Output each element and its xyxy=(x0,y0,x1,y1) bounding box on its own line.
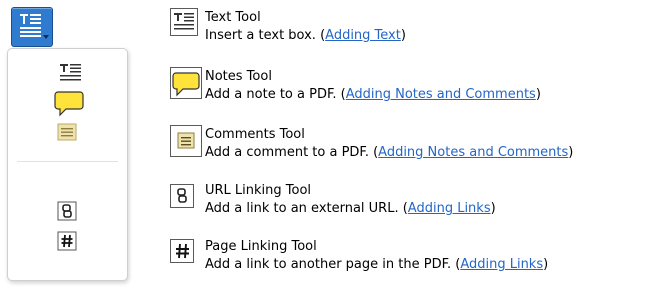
tool-desc-text: Add a comment to a PDF. ( xyxy=(205,145,379,160)
tool-name: Comments Tool xyxy=(205,127,305,142)
notes-tool-description: Notes Tool Add a note to a PDF. (Adding … xyxy=(205,68,541,104)
tool-desc-text: Add a link to another page in the PDF. ( xyxy=(205,257,461,272)
tool-desc: Add a note to a PDF. (Adding Notes and C… xyxy=(205,86,541,104)
tool-desc: Add a link to another page in the PDF. (… xyxy=(205,256,548,274)
tool-name: Text Tool xyxy=(205,10,261,25)
comments-tool-legend-icon xyxy=(170,125,202,157)
tool-desc-text: Add a note to a PDF. ( xyxy=(205,87,346,102)
text-tool-legend-icon xyxy=(170,8,198,36)
tool-desc: Add a comment to a PDF. (Adding Notes an… xyxy=(205,144,573,162)
speech-bubble-icon[interactable] xyxy=(54,89,84,117)
text-tool-description: Text Tool Insert a text box. (Adding Tex… xyxy=(205,9,406,45)
tool-desc-suffix: ) xyxy=(490,201,496,216)
adding-notes-and-comments-link[interactable]: Adding Notes and Comments xyxy=(346,87,536,102)
tool-name: Notes Tool xyxy=(205,69,272,84)
hash-icon xyxy=(176,243,189,259)
notes-tool-legend-icon xyxy=(170,67,202,99)
comment-note-icon xyxy=(177,132,195,149)
tool-name: Page Linking Tool xyxy=(205,239,317,254)
adding-text-link[interactable]: Adding Text xyxy=(325,28,401,43)
url-linking-tool-legend-icon xyxy=(170,184,194,208)
chain-link-icon[interactable] xyxy=(57,201,79,223)
text-tool-icon xyxy=(20,14,41,37)
chain-link-icon xyxy=(177,188,187,203)
tool-desc: Add a link to an external URL. (Adding L… xyxy=(205,200,496,218)
adding-links-link[interactable]: Adding Links xyxy=(408,201,491,216)
tool-name: URL Linking Tool xyxy=(205,183,312,198)
hash-icon[interactable] xyxy=(57,231,79,253)
text-tool-icon xyxy=(174,13,194,30)
page-linking-tool-description: Page Linking Tool Add a link to another … xyxy=(205,238,548,274)
page-linking-tool-legend-icon xyxy=(170,239,194,263)
tool-desc-suffix: ) xyxy=(535,87,541,102)
tool-desc-suffix: ) xyxy=(543,257,549,272)
menu-separator xyxy=(17,161,118,162)
text-tools-dropdown-button[interactable] xyxy=(11,7,53,47)
tool-desc-suffix: ) xyxy=(568,145,574,160)
text-tool-icon[interactable] xyxy=(58,63,84,83)
tool-desc-text: Insert a text box. ( xyxy=(205,28,326,43)
adding-links-link[interactable]: Adding Links xyxy=(460,257,543,272)
tool-desc: Insert a text box. (Adding Text) xyxy=(205,27,406,45)
speech-bubble-icon xyxy=(172,72,200,97)
comment-note-icon[interactable] xyxy=(57,123,79,143)
adding-notes-and-comments-link[interactable]: Adding Notes and Comments xyxy=(378,145,568,160)
url-linking-tool-description: URL Linking Tool Add a link to an extern… xyxy=(205,182,496,218)
tool-desc-text: Add a link to an external URL. ( xyxy=(205,201,408,216)
text-tools-dropdown-menu xyxy=(7,48,128,281)
comments-tool-description: Comments Tool Add a comment to a PDF. (A… xyxy=(205,126,573,162)
tool-desc-suffix: ) xyxy=(400,28,406,43)
chevron-down-icon xyxy=(43,35,49,39)
